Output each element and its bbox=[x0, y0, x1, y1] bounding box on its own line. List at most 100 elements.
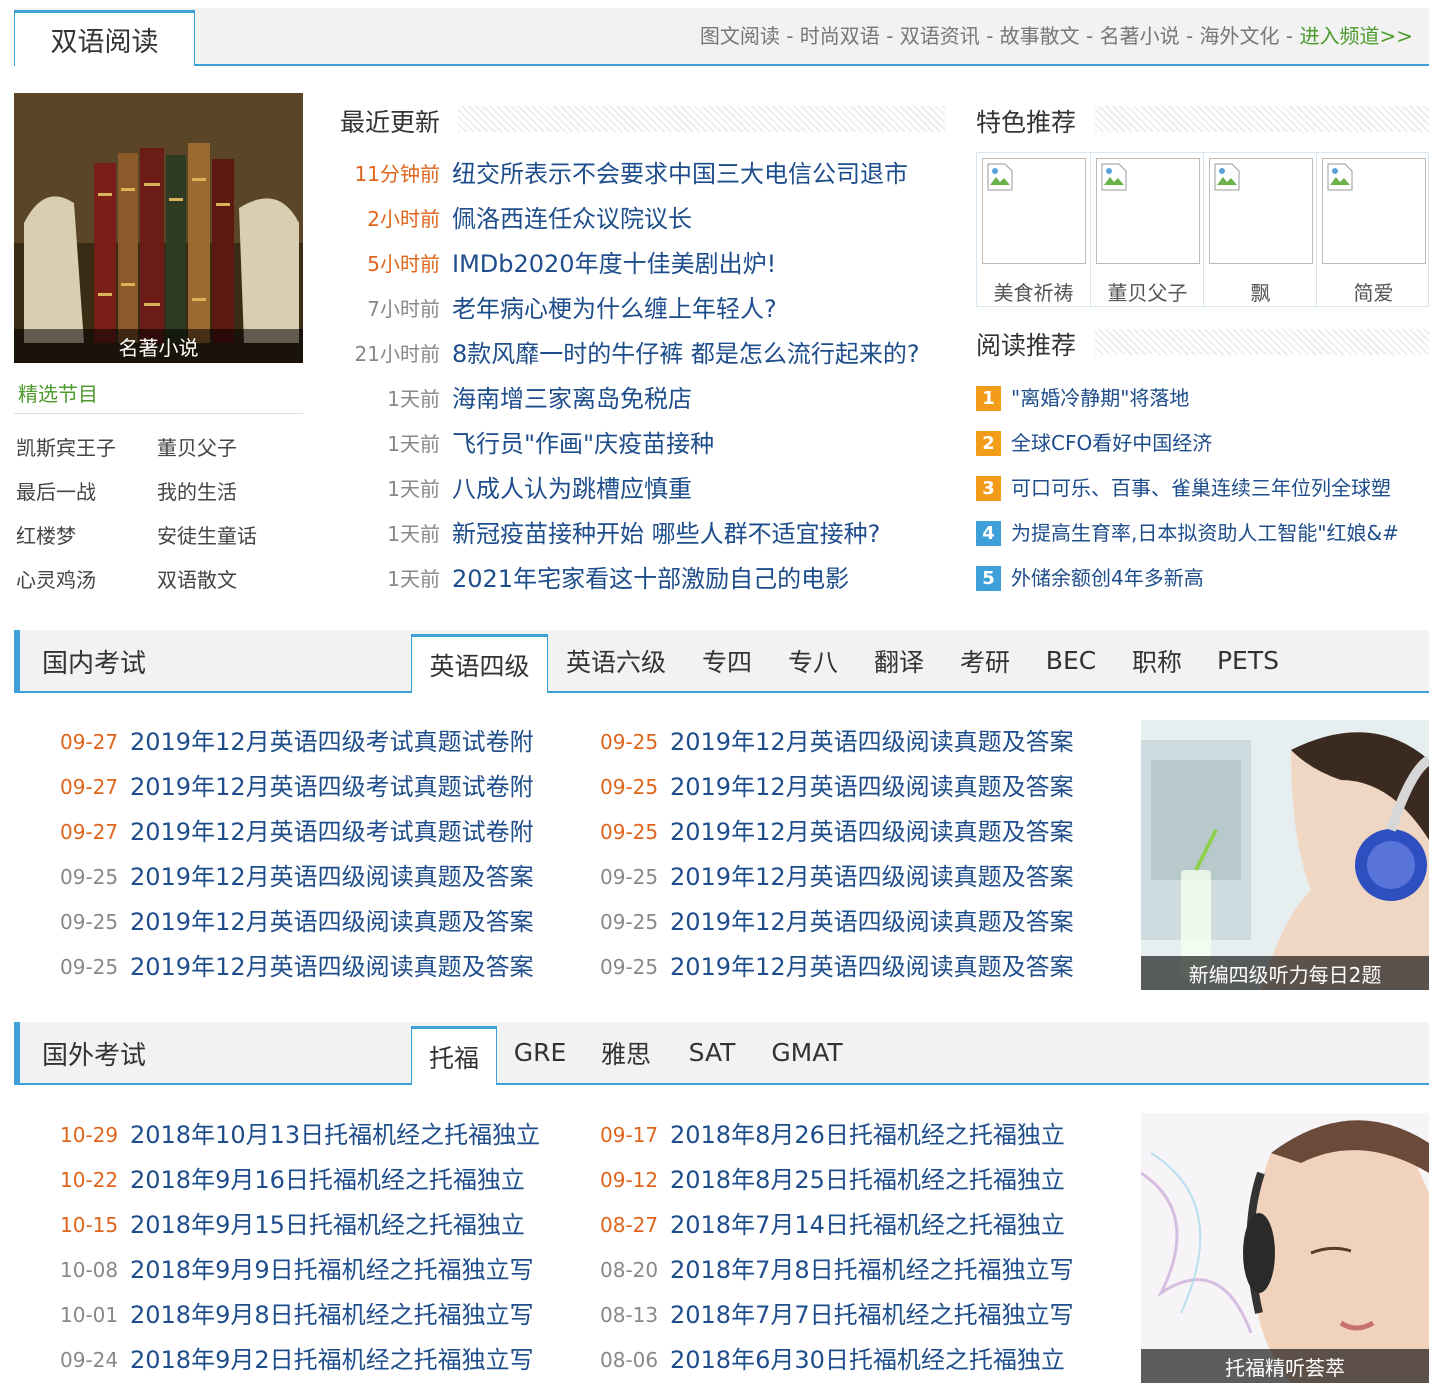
tab-gre[interactable]: GRE bbox=[497, 1022, 583, 1083]
recent-item[interactable]: 1天前 八成人认为跳槽应慎重 bbox=[340, 472, 945, 512]
selected-item[interactable]: 红楼梦 bbox=[16, 520, 76, 549]
item-link[interactable]: 2019年12月英语四级考试真题试卷附 bbox=[130, 722, 534, 762]
feature-image-novels[interactable]: 名著小说 bbox=[14, 93, 303, 363]
recent-link[interactable]: 纽交所表示不会要求中国三大电信公司退市 bbox=[452, 157, 908, 191]
toefl-listening-image[interactable]: 托福精听荟萃 bbox=[1141, 1113, 1429, 1383]
selected-item[interactable]: 最后一战 bbox=[16, 476, 96, 505]
item-link[interactable]: 2018年9月16日托福机经之托福独立 bbox=[130, 1160, 525, 1200]
recent-item[interactable]: 1天前 海南增三家离岛免税店 bbox=[340, 382, 945, 422]
selected-item[interactable]: 心灵鸡汤 bbox=[16, 564, 96, 593]
item-link[interactable]: 2019年12月英语四级阅读真题及答案 bbox=[670, 722, 1074, 762]
recent-link[interactable]: 八成人认为跳槽应慎重 bbox=[452, 472, 692, 506]
nav-link-stories[interactable]: 故事散文 bbox=[1000, 24, 1080, 48]
nav-link-bilingual-news[interactable]: 双语资讯 bbox=[900, 24, 980, 48]
selected-item[interactable]: 安徒生童话 bbox=[157, 520, 257, 549]
item-link[interactable]: 2019年12月英语四级考试真题试卷附 bbox=[130, 812, 534, 852]
item-link[interactable]: 2019年12月英语四级阅读真题及答案 bbox=[670, 947, 1074, 987]
cet4-listening-image[interactable]: 新编四级听力每日2题 bbox=[1141, 720, 1429, 990]
selected-item[interactable]: 董贝父子 bbox=[157, 432, 237, 461]
tab-professional-title[interactable]: 职称 bbox=[1114, 630, 1200, 691]
recent-link[interactable]: 飞行员"作画"庆疫苗接种 bbox=[452, 427, 714, 461]
reading-link[interactable]: 全球CFO看好中国经济 bbox=[1011, 428, 1212, 458]
item-link[interactable]: 2018年7月7日托福机经之托福独立写 bbox=[670, 1295, 1074, 1335]
recent-item[interactable]: 1天前 飞行员"作画"庆疫苗接种 bbox=[340, 427, 945, 467]
nav-link-fashion-bilingual[interactable]: 时尚双语 bbox=[800, 24, 880, 48]
item-link[interactable]: 2019年12月英语四级阅读真题及答案 bbox=[670, 812, 1074, 852]
enter-channel-link[interactable]: 进入频道>> bbox=[1299, 24, 1413, 48]
nav-link-novels[interactable]: 名著小说 bbox=[1100, 24, 1180, 48]
recent-time: 1天前 bbox=[387, 387, 440, 411]
item-link[interactable]: 2019年12月英语四级阅读真题及答案 bbox=[130, 947, 534, 987]
selected-item[interactable]: 凯斯宾王子 bbox=[16, 432, 116, 461]
reading-link[interactable]: "离婚冷静期"将落地 bbox=[1011, 383, 1189, 413]
recent-link[interactable]: 8款风靡一时的牛仔裤 都是怎么流行起来的? bbox=[452, 337, 920, 371]
tab-translation[interactable]: 翻译 bbox=[856, 630, 942, 691]
recent-item[interactable]: 11分钟前 纽交所表示不会要求中国三大电信公司退市 bbox=[340, 157, 945, 197]
item-date: 09-25 bbox=[600, 775, 659, 799]
selected-item[interactable]: 我的生活 bbox=[157, 476, 237, 505]
reading-item[interactable]: 1 "离婚冷静期"将落地 bbox=[976, 383, 1429, 415]
featured-item[interactable]: 董贝父子 bbox=[1090, 153, 1203, 306]
tab-tem8[interactable]: 专八 bbox=[770, 630, 856, 691]
tab-cet6[interactable]: 英语六级 bbox=[548, 630, 684, 691]
nav-link-picture-reading[interactable]: 图文阅读 bbox=[700, 24, 780, 48]
featured-item[interactable]: 简爱 bbox=[1316, 153, 1429, 306]
tab-sat[interactable]: SAT bbox=[669, 1022, 755, 1083]
tab-bec[interactable]: BEC bbox=[1028, 630, 1114, 691]
tab-toefl[interactable]: 托福 bbox=[411, 1026, 497, 1085]
item-date: 09-27 bbox=[60, 775, 119, 799]
recent-link[interactable]: 海南增三家离岛免税店 bbox=[452, 382, 692, 416]
item-link[interactable]: 2018年9月8日托福机经之托福独立写 bbox=[130, 1295, 534, 1335]
tab-postgraduate[interactable]: 考研 bbox=[942, 630, 1028, 691]
reading-link[interactable]: 外储余额创4年多新高 bbox=[1011, 563, 1204, 593]
item-link[interactable]: 2019年12月英语四级阅读真题及答案 bbox=[130, 902, 534, 942]
tab-ielts[interactable]: 雅思 bbox=[583, 1022, 669, 1083]
item-link[interactable]: 2019年12月英语四级考试真题试卷附 bbox=[130, 767, 534, 807]
item-link[interactable]: 2018年9月15日托福机经之托福独立 bbox=[130, 1205, 525, 1245]
tab-cet4[interactable]: 英语四级 bbox=[411, 634, 548, 693]
reading-item[interactable]: 3 可口可乐、百事、雀巢连续三年位列全球塑 bbox=[976, 473, 1429, 505]
item-link[interactable]: 2018年7月14日托福机经之托福独立 bbox=[670, 1205, 1065, 1245]
reading-link[interactable]: 可口可乐、百事、雀巢连续三年位列全球塑 bbox=[1011, 473, 1391, 503]
recent-link[interactable]: 2021年宅家看这十部激励自己的电影 bbox=[452, 562, 849, 596]
item-link[interactable]: 2018年8月26日托福机经之托福独立 bbox=[670, 1115, 1065, 1155]
item-link[interactable]: 2018年9月9日托福机经之托福独立写 bbox=[130, 1250, 534, 1290]
heading-stripe bbox=[458, 106, 945, 132]
recent-item[interactable]: 1天前 新冠疫苗接种开始 哪些人群不适宜接种? bbox=[340, 517, 945, 557]
tab-pets[interactable]: PETS bbox=[1200, 630, 1296, 691]
item-link[interactable]: 2019年12月英语四级阅读真题及答案 bbox=[670, 767, 1074, 807]
thumb-image[interactable] bbox=[1322, 158, 1426, 264]
recent-item[interactable]: 7小时前 老年病心梗为什么缠上年轻人? bbox=[340, 292, 945, 332]
featured-item[interactable]: 飘 bbox=[1203, 153, 1316, 306]
nav-link-culture[interactable]: 海外文化 bbox=[1200, 24, 1280, 48]
tab-gmat[interactable]: GMAT bbox=[755, 1022, 859, 1083]
item-link[interactable]: 2018年7月8日托福机经之托福独立写 bbox=[670, 1250, 1074, 1290]
recent-item[interactable]: 5小时前 IMDb2020年度十佳美剧出炉! bbox=[340, 247, 945, 287]
reading-item[interactable]: 2 全球CFO看好中国经济 bbox=[976, 428, 1429, 460]
thumb-image[interactable] bbox=[982, 158, 1086, 264]
recent-item[interactable]: 21小时前 8款风靡一时的牛仔裤 都是怎么流行起来的? bbox=[340, 337, 945, 377]
item-link[interactable]: 2019年12月英语四级阅读真题及答案 bbox=[670, 857, 1074, 897]
recent-link[interactable]: 佩洛西连任众议院议长 bbox=[452, 202, 692, 236]
item-link[interactable]: 2019年12月英语四级阅读真题及答案 bbox=[130, 857, 534, 897]
reading-item[interactable]: 4 为提高生育率,日本拟资助人工智能"红娘&# bbox=[976, 518, 1429, 550]
recent-item[interactable]: 1天前 2021年宅家看这十部激励自己的电影 bbox=[340, 562, 945, 602]
recent-link[interactable]: 老年病心梗为什么缠上年轻人? bbox=[452, 292, 777, 326]
selected-item[interactable]: 双语散文 bbox=[157, 564, 237, 593]
item-link[interactable]: 2018年9月2日托福机经之托福独立写 bbox=[130, 1340, 534, 1380]
recent-link[interactable]: 新冠疫苗接种开始 哪些人群不适宜接种? bbox=[452, 517, 880, 551]
reading-link[interactable]: 为提高生育率,日本拟资助人工智能"红娘&# bbox=[1011, 518, 1399, 548]
item-link[interactable]: 2018年8月25日托福机经之托福独立 bbox=[670, 1160, 1065, 1200]
channel-tab[interactable]: 双语阅读 bbox=[14, 10, 195, 66]
item-link[interactable]: 2019年12月英语四级阅读真题及答案 bbox=[670, 902, 1074, 942]
thumb-image[interactable] bbox=[1096, 158, 1200, 264]
recent-item[interactable]: 2小时前 佩洛西连任众议院议长 bbox=[340, 202, 945, 242]
thumb-image[interactable] bbox=[1209, 158, 1313, 264]
reading-item[interactable]: 5 外储余额创4年多新高 bbox=[976, 563, 1429, 595]
tab-tem4[interactable]: 专四 bbox=[684, 630, 770, 691]
featured-item[interactable]: 美食祈祷 bbox=[977, 153, 1090, 306]
featured-label: 美食祈祷 bbox=[993, 281, 1074, 305]
item-link[interactable]: 2018年10月13日托福机经之托福独立 bbox=[130, 1115, 540, 1155]
item-link[interactable]: 2018年6月30日托福机经之托福独立 bbox=[670, 1340, 1065, 1380]
recent-link[interactable]: IMDb2020年度十佳美剧出炉! bbox=[452, 247, 776, 281]
